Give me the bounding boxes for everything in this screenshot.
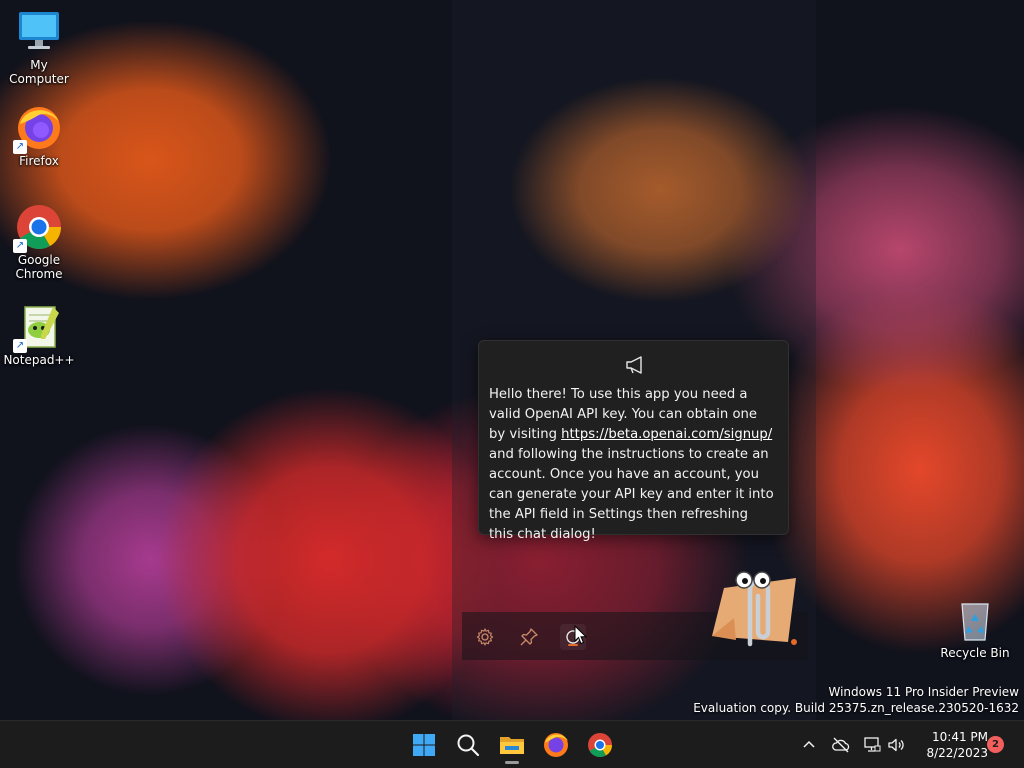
start-icon — [413, 734, 435, 756]
desktop-icon-my-computer[interactable]: My Computer — [0, 8, 78, 86]
api-key-notification: Hello there! To use this app you need a … — [478, 340, 789, 542]
chrome-icon: ↗ — [13, 203, 63, 253]
watermark-build: Evaluation copy. Build 25375.zn_release.… — [693, 701, 1019, 715]
clock-date: 8/22/2023 — [926, 746, 988, 760]
clock-time: 10:41 PM — [932, 730, 988, 744]
signup-link[interactable]: https://beta.openai.com/signup/ — [561, 427, 772, 442]
show-hidden-icons-button[interactable] — [799, 735, 819, 755]
network-icon — [864, 737, 881, 752]
chrome-taskbar-button[interactable] — [584, 729, 616, 761]
pin-icon — [520, 628, 538, 646]
desktop-icon-label: Notepad++ — [3, 353, 75, 367]
desktop-icon-google-chrome[interactable]: ↗ Google Chrome — [0, 203, 78, 281]
settings-button[interactable] — [472, 624, 498, 650]
desktop-icon-label: Recycle Bin — [940, 646, 1010, 660]
monitor-icon — [15, 8, 63, 56]
desktop-icon-firefox[interactable]: ↗ Firefox — [0, 104, 78, 168]
file-explorer-icon — [500, 737, 524, 754]
taskbar: 10:41 PM 8/22/2023 2 — [0, 720, 1024, 768]
mouse-cursor-icon — [574, 624, 588, 645]
notification-message: Hello there! To use this app you need a … — [489, 385, 776, 545]
desktop-icon-notepad-plus-plus[interactable]: ↗ Notepad++ — [0, 303, 78, 367]
volume-button[interactable] — [886, 735, 906, 755]
shortcut-arrow-icon: ↗ — [13, 140, 27, 154]
taskbar-clock[interactable]: 10:41 PM 8/22/2023 — [912, 729, 988, 761]
start-button[interactable] — [408, 729, 440, 761]
desktop-icon-label: My Computer — [9, 58, 69, 86]
chevron-up-icon — [803, 740, 815, 748]
volume-icon — [888, 738, 904, 752]
running-indicator — [505, 761, 519, 764]
desktop-icon-recycle-bin[interactable]: Recycle Bin — [936, 596, 1014, 660]
search-button[interactable] — [452, 729, 484, 761]
clippy-status-dot — [791, 639, 797, 645]
onedrive-status-button[interactable] — [831, 735, 851, 755]
pin-button[interactable] — [516, 624, 542, 650]
megaphone-icon — [624, 355, 646, 375]
watermark-edition: Windows 11 Pro Insider Preview — [828, 685, 1019, 699]
windows-watermark: Windows 11 Pro Insider Preview Evaluatio… — [693, 684, 1019, 716]
firefox-taskbar-button[interactable] — [540, 729, 572, 761]
firefox-icon — [544, 733, 568, 757]
recycle-bin-icon — [951, 596, 999, 644]
shortcut-arrow-icon: ↗ — [13, 239, 27, 253]
desktop-icon-label: Firefox — [19, 154, 59, 168]
firefox-icon: ↗ — [13, 104, 63, 154]
file-explorer-button[interactable] — [496, 729, 528, 764]
notepadpp-icon: ↗ — [13, 303, 63, 353]
search-icon — [457, 734, 480, 757]
desktop-icon-label: Google Chrome — [15, 253, 63, 281]
notification-text-after: and following the instructions to create… — [489, 447, 774, 542]
shortcut-arrow-icon: ↗ — [13, 339, 27, 353]
network-button[interactable] — [862, 735, 882, 755]
gear-icon — [476, 628, 494, 646]
cloud-off-icon — [832, 737, 850, 753]
notification-count-badge[interactable]: 2 — [987, 736, 1004, 753]
chrome-icon — [588, 733, 612, 758]
